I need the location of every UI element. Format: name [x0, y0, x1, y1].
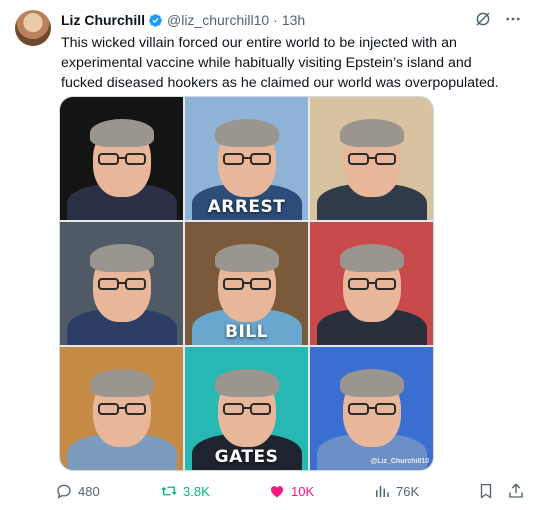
person-hair — [89, 119, 154, 147]
person-hair — [89, 244, 154, 272]
author-name[interactable]: Liz Churchill — [61, 12, 145, 28]
separator: · — [273, 12, 278, 28]
person-hair — [89, 369, 154, 397]
glasses-icon — [347, 278, 396, 290]
reply-button[interactable]: 480 — [55, 480, 100, 502]
person-hair — [214, 369, 279, 397]
retweet-count: 3.8K — [183, 483, 210, 499]
tweet-header: Liz Churchill @liz_churchill10 · 13h — [61, 11, 305, 29]
header-actions — [473, 9, 523, 29]
tweet-media-image[interactable]: ARREST BILL GATES @Liz_Churchill10 — [59, 96, 434, 471]
collage-photo — [60, 222, 183, 345]
tweet-card[interactable]: Liz Churchill @liz_churchill10 · 13h Thi… — [0, 0, 535, 510]
glasses-icon — [222, 153, 271, 165]
collage-photo — [310, 97, 433, 220]
grok-icon[interactable] — [473, 9, 493, 29]
reply-count: 480 — [78, 483, 100, 499]
heart-icon — [271, 486, 283, 498]
image-watermark: @Liz_Churchill10 — [370, 458, 429, 465]
glasses-icon — [97, 153, 146, 165]
person-hair — [214, 119, 279, 147]
glasses-icon — [97, 278, 146, 290]
person-hair — [339, 244, 404, 272]
retweet-button[interactable]: 3.8K — [160, 480, 210, 502]
glasses-icon — [222, 403, 271, 415]
glasses-icon — [222, 278, 271, 290]
collage-photo — [60, 97, 183, 220]
tweet-text: This wicked villain forced our entire wo… — [61, 35, 499, 91]
collage-caption: GATES — [214, 447, 279, 467]
reply-icon — [57, 484, 71, 499]
like-count: 10K — [291, 483, 315, 499]
collage-photo: BILL — [185, 222, 308, 345]
collage-photo: ARREST — [185, 97, 308, 220]
glasses-icon — [97, 403, 146, 415]
person-hair — [214, 244, 279, 272]
bookmark-icon — [480, 483, 492, 499]
person-hair — [339, 369, 404, 397]
tweet-actions: 480 3.8K 10K 76K — [55, 480, 525, 502]
views-button[interactable]: 76K — [373, 480, 419, 502]
collage-photo — [310, 222, 433, 345]
retweet-icon — [161, 486, 177, 496]
share-icon — [509, 483, 523, 498]
like-button[interactable]: 10K — [268, 480, 314, 502]
more-options-icon[interactable] — [503, 9, 523, 29]
glasses-icon — [347, 403, 396, 415]
views-chart-icon — [376, 485, 389, 497]
views-count: 76K — [396, 483, 420, 499]
collage-photo — [60, 347, 183, 470]
author-avatar[interactable] — [15, 10, 51, 46]
collage-photo: GATES — [185, 347, 308, 470]
share-button[interactable] — [507, 480, 525, 502]
glasses-icon — [347, 153, 396, 165]
person-hair — [339, 119, 404, 147]
collage-caption: BILL — [225, 322, 268, 342]
collage-photo: @Liz_Churchill10 — [310, 347, 433, 470]
bookmark-button[interactable] — [477, 480, 495, 502]
collage-caption: ARREST — [207, 197, 286, 217]
tweet-timestamp[interactable]: 13h — [282, 12, 305, 28]
verified-badge-icon — [149, 13, 162, 27]
author-handle[interactable]: @liz_churchill10 — [167, 12, 269, 28]
